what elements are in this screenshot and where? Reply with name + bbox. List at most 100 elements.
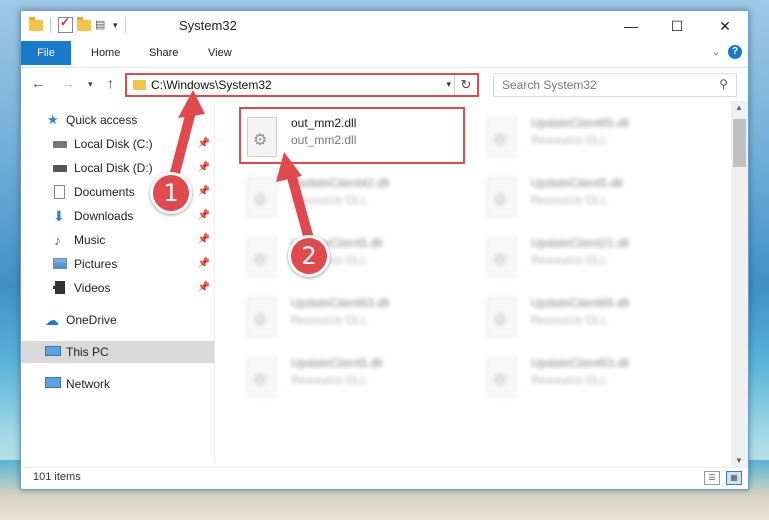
chevron-down-icon[interactable]: ▾	[113, 20, 118, 31]
properties-check-icon[interactable]	[58, 15, 73, 33]
sidebar-item-label: Quick access	[66, 113, 138, 127]
tab-home[interactable]: Home	[79, 41, 132, 65]
file-item[interactable]: UpdateClient21.dll Resource DLL	[479, 231, 709, 289]
address-path[interactable]: C:\Windows\System32	[151, 78, 272, 92]
title-bar: ▤ ▾ System32 — ☐ ✕	[21, 11, 748, 41]
ribbon: File Home Share View ⌄ ?	[21, 41, 748, 65]
navigation-bar: ← → ▾ ↑ C:\Windows\System32 ▾ ↻ Search S…	[21, 67, 748, 102]
expand-ribbon-icon[interactable]: ⌄	[712, 47, 720, 58]
computer-icon	[45, 346, 61, 356]
file-item[interactable]: UpdateClient5.dll Resource DLL	[239, 231, 469, 289]
sidebar-item-local-disk-c[interactable]: Local Disk (C:) 📌	[21, 133, 214, 155]
file-type: Resource DLL	[291, 373, 368, 387]
sidebar-item-network[interactable]: Network	[21, 373, 214, 395]
up-arrow-icon[interactable]: ↑	[107, 75, 114, 91]
toolbar-separator	[124, 17, 126, 33]
sidebar-item-onedrive[interactable]: ☁ OneDrive	[21, 309, 214, 331]
tab-share[interactable]: Share	[137, 41, 190, 65]
toolbar-separator	[50, 17, 51, 33]
address-dropdown-icon[interactable]: ▾	[446, 79, 451, 90]
file-type: Resource DLL	[531, 193, 608, 207]
sidebar-item-label: Downloads	[74, 209, 134, 223]
back-arrow-icon[interactable]: ←	[31, 75, 45, 91]
file-name: UpdateClient65.dll	[531, 116, 630, 130]
pin-icon[interactable]: 📌	[198, 181, 210, 203]
cloud-icon: ☁	[45, 312, 59, 328]
tab-view[interactable]: View	[196, 41, 244, 65]
file-name: UpdateClient21.dll	[531, 236, 630, 250]
maximize-button[interactable]: ☐	[654, 11, 700, 41]
customize-icon[interactable]: ▤	[95, 19, 109, 32]
file-name: UpdateClient63.dll	[291, 296, 390, 310]
navigation-pane: ★ Quick access Local Disk (C:) 📌 Local D…	[21, 103, 214, 463]
file-item[interactable]: UpdateClient63.dll Resource DLL	[239, 291, 469, 349]
file-name: UpdateClient63.dll	[531, 356, 630, 370]
search-box[interactable]: Search System32 ⚲	[493, 73, 737, 97]
drive-icon	[53, 141, 67, 148]
pin-icon[interactable]: 📌	[198, 229, 210, 251]
dll-file-icon	[487, 297, 517, 337]
sidebar-item-pictures[interactable]: Pictures 📌	[21, 253, 214, 275]
file-type: Resource DLL	[531, 373, 608, 387]
file-item[interactable]: UpdateClient65.dll Resource DLL	[479, 111, 709, 169]
file-name: UpdateClient5.dll	[531, 176, 623, 190]
sidebar-item-this-pc[interactable]: This PC	[21, 341, 214, 363]
scroll-up-icon[interactable]: ▲	[735, 103, 743, 112]
sidebar-item-quick-access[interactable]: ★ Quick access	[21, 109, 214, 131]
dll-file-icon	[487, 237, 517, 277]
pin-icon[interactable]: 📌	[198, 157, 210, 179]
search-input[interactable]: Search System32	[502, 78, 597, 92]
folder-icon	[29, 16, 43, 31]
folder-icon	[133, 80, 146, 90]
sidebar-item-videos[interactable]: Videos 📌	[21, 277, 214, 299]
refresh-icon[interactable]: ↻	[454, 75, 477, 95]
sidebar-item-music[interactable]: ♪ Music 📌	[21, 229, 214, 251]
dll-file-icon	[487, 177, 517, 217]
forward-arrow-icon[interactable]: →	[61, 75, 75, 91]
videos-icon	[53, 281, 65, 294]
address-bar[interactable]: C:\Windows\System32 ▾ ↻	[125, 73, 479, 97]
scroll-thumb[interactable]	[733, 119, 746, 167]
pin-icon[interactable]: 📌	[198, 133, 210, 155]
file-highlight-box	[239, 107, 465, 164]
sidebar-item-label: Local Disk (D:)	[74, 161, 153, 175]
dll-file-icon	[247, 357, 277, 397]
pin-icon[interactable]: 📌	[198, 253, 210, 275]
file-name: UpdateClient65.dll	[531, 296, 630, 310]
file-item[interactable]: UpdateClient5.dll Resource DLL	[479, 171, 709, 229]
file-type: Resource DLL	[291, 193, 368, 207]
pin-icon[interactable]: 📌	[198, 205, 210, 227]
recent-locations-icon[interactable]: ▾	[88, 79, 93, 90]
step-badge-1: 1	[150, 172, 192, 214]
dll-file-icon	[247, 177, 277, 217]
vertical-scrollbar[interactable]: ▲ ▼	[731, 101, 748, 467]
network-icon	[45, 377, 61, 388]
drive-icon	[53, 165, 67, 172]
scroll-down-icon[interactable]: ▼	[735, 456, 743, 465]
window-title: System32	[179, 18, 237, 33]
file-type: Resource DLL	[531, 133, 608, 147]
quick-access-toolbar: ▤ ▾	[29, 15, 129, 33]
file-item[interactable]: UpdateClient63.dll Resource DLL	[479, 351, 709, 409]
file-name: UpdateClient5.dll	[291, 356, 383, 370]
details-view-icon[interactable]: ☰	[704, 471, 720, 485]
pin-icon[interactable]: 📌	[198, 277, 210, 299]
sidebar-item-local-disk-d[interactable]: Local Disk (D:) 📌	[21, 157, 214, 179]
minimize-button[interactable]: —	[608, 11, 654, 41]
file-name: UpdateClient42.dll	[291, 176, 390, 190]
tiles-view-icon[interactable]: ▦	[726, 471, 742, 485]
dll-file-icon	[247, 297, 277, 337]
step-badge-2: 2	[288, 235, 330, 277]
sidebar-item-label: Pictures	[74, 257, 118, 271]
help-icon[interactable]: ?	[728, 45, 742, 59]
file-explorer-window: ▤ ▾ System32 — ☐ ✕ File Home Share View …	[20, 10, 749, 490]
sidebar-item-label: Network	[66, 377, 111, 391]
tab-file[interactable]: File	[21, 41, 71, 65]
file-item[interactable]: UpdateClient5.dll Resource DLL	[239, 351, 469, 409]
close-button[interactable]: ✕	[702, 11, 748, 41]
dll-file-icon	[247, 237, 277, 277]
sidebar-item-label: Music	[74, 233, 106, 247]
file-item[interactable]: UpdateClient65.dll Resource DLL	[479, 291, 709, 349]
file-item[interactable]: UpdateClient42.dll Resource DLL	[239, 171, 469, 229]
new-folder-icon[interactable]	[77, 16, 91, 31]
